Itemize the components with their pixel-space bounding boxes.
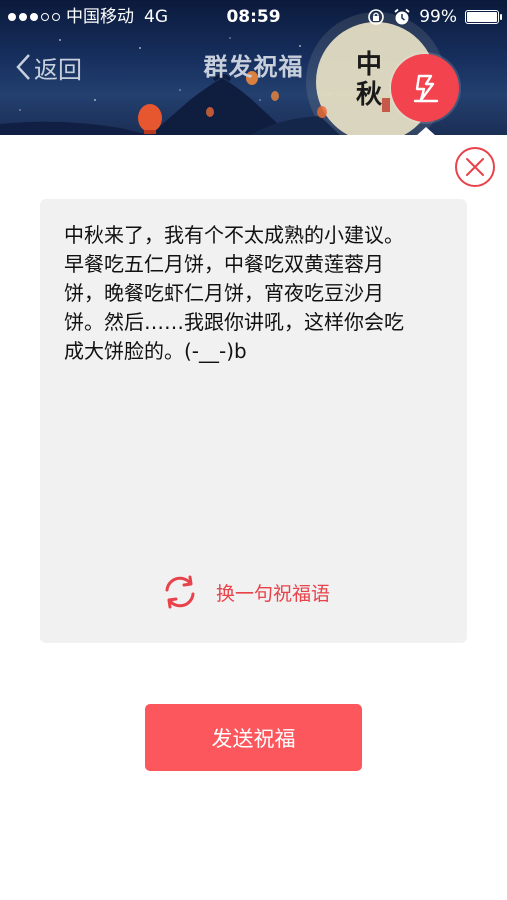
change-message-label: 换一句祝福语 [216, 582, 331, 605]
edit-message-button[interactable] [391, 54, 459, 122]
battery-percent: 99% [419, 7, 457, 27]
status-bar: 中国移动 4G 08:59 99% [0, 0, 507, 34]
close-button[interactable] [454, 146, 496, 188]
close-circle-icon [455, 147, 495, 187]
send-blessing-button[interactable]: 发送祝福 [145, 704, 362, 771]
edit-pen-icon [413, 74, 439, 103]
blessing-message-card: 中秋来了，我有个不太成熟的小建议。早餐吃五仁月饼，中餐吃双黄莲蓉月饼，晚餐吃虾仁… [40, 199, 467, 643]
refresh-icon [165, 575, 195, 609]
battery-icon [465, 10, 502, 24]
alarm-icon [394, 8, 410, 25]
header-banner: 中国移动 4G 08:59 99% 返回 群发祝福 中秋 [0, 0, 507, 135]
popover-pointer [416, 127, 436, 136]
lock-rotation-icon [368, 9, 385, 25]
blessing-message-text: 中秋来了，我有个不太成熟的小建议。早餐吃五仁月饼，中餐吃双黄莲蓉月饼，晚餐吃虾仁… [64, 223, 404, 363]
banner-calligraphy: 中秋 [356, 50, 383, 110]
change-message-button[interactable]: 换一句祝福语 [162, 575, 330, 609]
